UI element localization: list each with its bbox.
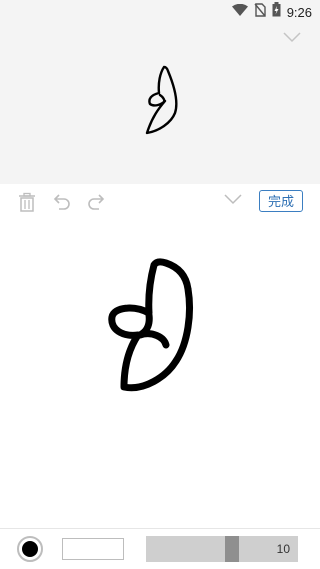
status-time: 9:26 [286,4,312,20]
done-button[interactable]: 完成 [259,190,303,212]
pen-color-button[interactable] [17,536,43,562]
slider-thumb[interactable] [225,536,239,562]
wifi-icon [231,3,248,21]
preview-area: 9:26 [0,0,320,184]
pen-size-slider[interactable]: 10 [146,536,298,562]
color-input[interactable] [62,538,124,560]
chevron-down-icon[interactable] [223,192,245,212]
status-bar: 9:26 [210,0,320,24]
handwriting-stroke [108,258,193,392]
battery-charging-icon [272,2,281,22]
undo-icon[interactable] [52,192,74,212]
pen-size-value: 10 [276,542,290,556]
chevron-down-icon[interactable] [282,30,302,44]
color-swatch [22,541,38,557]
redo-icon[interactable] [86,192,108,212]
handwriting-preview [145,65,178,135]
no-sim-icon [254,2,266,22]
trash-icon[interactable] [17,192,39,212]
